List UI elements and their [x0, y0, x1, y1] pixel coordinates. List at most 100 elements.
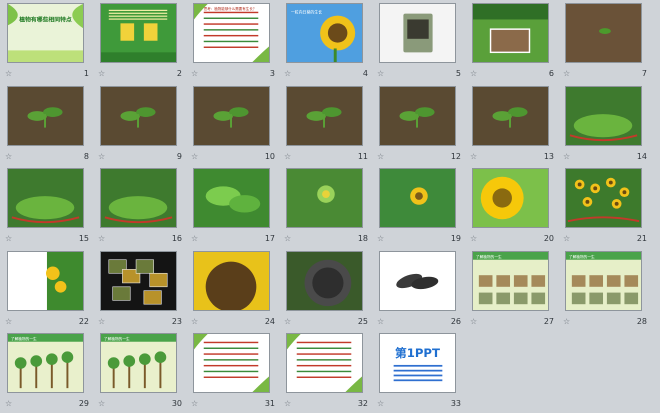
- slide-thumbnail-15[interactable]: ☆ 15: [2, 168, 95, 248]
- slide-thumbnail-26[interactable]: ☆ 26: [374, 250, 467, 331]
- star-icon[interactable]: ☆: [563, 68, 570, 80]
- slide-preview[interactable]: 了解植物的一生: [100, 333, 177, 393]
- slide-preview[interactable]: [379, 3, 456, 63]
- slide-thumbnail-7[interactable]: ☆ 7: [560, 3, 653, 83]
- slide-thumbnail-2[interactable]: ☆ 2: [95, 3, 188, 83]
- star-icon[interactable]: ☆: [191, 68, 198, 80]
- slide-preview[interactable]: [7, 168, 84, 228]
- slide-thumbnail-23[interactable]: ☆ 23: [95, 250, 188, 331]
- star-icon[interactable]: ☆: [284, 151, 291, 163]
- slide-thumbnail-13[interactable]: ☆ 13: [467, 85, 560, 166]
- star-icon[interactable]: ☆: [284, 68, 291, 80]
- slide-thumbnail-32[interactable]: ☆ 32: [281, 333, 374, 413]
- slide-thumbnail-18[interactable]: ☆ 18: [281, 168, 374, 248]
- slide-preview[interactable]: [472, 168, 549, 228]
- slide-thumbnail-30[interactable]: 了解植物的一生 ☆ 30: [95, 333, 188, 413]
- slide-thumbnail-9[interactable]: ☆ 9: [95, 85, 188, 166]
- star-icon[interactable]: ☆: [470, 151, 477, 163]
- star-icon[interactable]: ☆: [191, 233, 198, 245]
- slide-thumbnail-16[interactable]: ☆ 16: [95, 168, 188, 248]
- star-icon[interactable]: ☆: [5, 151, 12, 163]
- slide-thumbnail-19[interactable]: ☆ 19: [374, 168, 467, 248]
- slide-preview[interactable]: 第1PPT: [379, 333, 456, 393]
- slide-thumbnail-25[interactable]: ☆ 25: [281, 250, 374, 331]
- star-icon[interactable]: ☆: [377, 316, 384, 328]
- slide-thumbnail-5[interactable]: ☆ 5: [374, 3, 467, 83]
- slide-thumbnail-14[interactable]: ☆ 14: [560, 85, 653, 166]
- star-icon[interactable]: ☆: [470, 316, 477, 328]
- slide-preview[interactable]: [565, 168, 642, 228]
- slide-preview[interactable]: [565, 3, 642, 63]
- slide-preview[interactable]: [193, 333, 270, 393]
- slide-preview[interactable]: [286, 85, 363, 146]
- slide-thumbnail-29[interactable]: 了解植物的一生 ☆ 29: [2, 333, 95, 413]
- slide-thumbnail-3[interactable]: 思考：植物能够什么需要有生长？ ☆ 3: [188, 3, 281, 83]
- slide-preview[interactable]: [7, 85, 84, 146]
- star-icon[interactable]: ☆: [98, 398, 105, 410]
- slide-preview[interactable]: 了解植物的一生: [472, 250, 549, 311]
- slide-thumbnail-6[interactable]: ☆ 6: [467, 3, 560, 83]
- slide-preview[interactable]: 思考：植物能够什么需要有生长？: [193, 3, 270, 63]
- slide-preview[interactable]: [565, 85, 642, 146]
- slide-preview[interactable]: [193, 85, 270, 146]
- slide-preview[interactable]: 一粒向日葵的生长: [286, 3, 363, 63]
- star-icon[interactable]: ☆: [377, 151, 384, 163]
- slide-preview[interactable]: 了解植物的一生: [565, 250, 642, 311]
- slide-preview[interactable]: [472, 3, 549, 63]
- slide-thumbnail-4[interactable]: 一粒向日葵的生长 ☆ 4: [281, 3, 374, 83]
- slide-thumbnail-27[interactable]: 了解植物的一生 ☆ 27: [467, 250, 560, 331]
- star-icon[interactable]: ☆: [5, 316, 12, 328]
- star-icon[interactable]: ☆: [98, 151, 105, 163]
- slide-thumbnail-1[interactable]: 植物有哪些相同特点 ☆ 1: [2, 3, 95, 83]
- star-icon[interactable]: ☆: [191, 316, 198, 328]
- slide-thumbnail-24[interactable]: ☆ 24: [188, 250, 281, 331]
- slide-preview[interactable]: [100, 85, 177, 146]
- star-icon[interactable]: ☆: [5, 233, 12, 245]
- slide-thumbnail-31[interactable]: ☆ 31: [188, 333, 281, 413]
- slide-preview[interactable]: [286, 250, 363, 311]
- star-icon[interactable]: ☆: [98, 68, 105, 80]
- star-icon[interactable]: ☆: [563, 316, 570, 328]
- slide-thumbnail-33[interactable]: 第1PPT ☆ 33: [374, 333, 467, 413]
- star-icon[interactable]: ☆: [98, 233, 105, 245]
- star-icon[interactable]: ☆: [377, 68, 384, 80]
- slide-thumbnail-10[interactable]: ☆ 10: [188, 85, 281, 166]
- slide-preview[interactable]: [379, 250, 456, 311]
- slide-number: 17: [264, 234, 275, 243]
- slide-preview[interactable]: [193, 250, 270, 311]
- star-icon[interactable]: ☆: [563, 151, 570, 163]
- slide-preview[interactable]: [100, 250, 177, 311]
- star-icon[interactable]: ☆: [470, 68, 477, 80]
- slide-preview[interactable]: [472, 85, 549, 146]
- star-icon[interactable]: ☆: [5, 398, 12, 410]
- star-icon[interactable]: ☆: [377, 233, 384, 245]
- slide-preview[interactable]: [379, 168, 456, 228]
- star-icon[interactable]: ☆: [191, 151, 198, 163]
- star-icon[interactable]: ☆: [470, 233, 477, 245]
- slide-thumbnail-20[interactable]: ☆ 20: [467, 168, 560, 248]
- slide-preview[interactable]: [7, 250, 84, 311]
- star-icon[interactable]: ☆: [191, 398, 198, 410]
- star-icon[interactable]: ☆: [5, 68, 12, 80]
- slide-preview[interactable]: [100, 168, 177, 228]
- slide-thumbnail-22[interactable]: ☆ 22: [2, 250, 95, 331]
- slide-preview[interactable]: 植物有哪些相同特点: [7, 3, 84, 63]
- slide-thumbnail-8[interactable]: ☆ 8: [2, 85, 95, 166]
- star-icon[interactable]: ☆: [98, 316, 105, 328]
- star-icon[interactable]: ☆: [284, 233, 291, 245]
- star-icon[interactable]: ☆: [563, 233, 570, 245]
- star-icon[interactable]: ☆: [377, 398, 384, 410]
- slide-preview[interactable]: [286, 168, 363, 228]
- slide-preview[interactable]: [193, 168, 270, 228]
- slide-thumbnail-28[interactable]: 了解植物的一生 ☆ 28: [560, 250, 653, 331]
- star-icon[interactable]: ☆: [284, 398, 291, 410]
- slide-preview[interactable]: [286, 333, 363, 393]
- slide-preview[interactable]: 了解植物的一生: [7, 333, 84, 393]
- slide-preview[interactable]: [379, 85, 456, 146]
- slide-thumbnail-12[interactable]: ☆ 12: [374, 85, 467, 166]
- slide-thumbnail-21[interactable]: ☆ 21: [560, 168, 653, 248]
- slide-thumbnail-17[interactable]: ☆ 17: [188, 168, 281, 248]
- slide-preview[interactable]: [100, 3, 177, 63]
- star-icon[interactable]: ☆: [284, 316, 291, 328]
- slide-thumbnail-11[interactable]: ☆ 11: [281, 85, 374, 166]
